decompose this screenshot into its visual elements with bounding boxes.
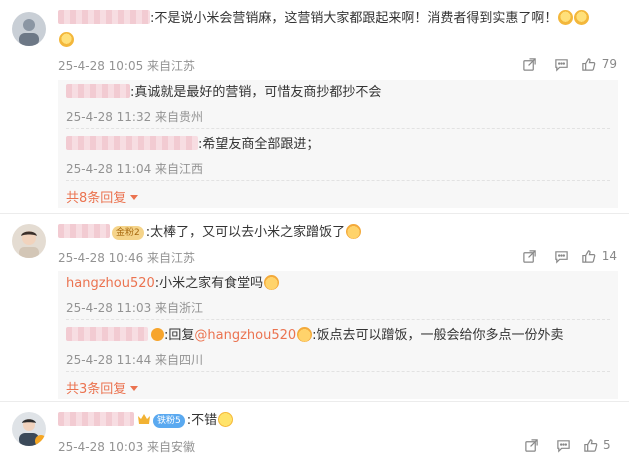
- reply-text: :希望友商全部跟进；: [66, 136, 319, 154]
- comment-text: :不是说小米会营销麻，这营销大家都跟起来啊！消费者得到实惠了啊！: [58, 10, 590, 28]
- more-replies-link[interactable]: 共3条回复: [66, 378, 139, 397]
- more-replies-link[interactable]: 共8条回复: [66, 187, 139, 206]
- cat-emoji-icon: [297, 327, 313, 342]
- like-icon[interactable]: [579, 435, 601, 455]
- reply-list: hangzhou520:小米之家有食堂吗 25-4-28 11:03 来自浙江 …: [58, 271, 618, 399]
- comment-text-wrap: [58, 32, 74, 50]
- reply-separator: [66, 319, 610, 320]
- reply-text: :回复@hangzhou520:饭点去可以蹭饭，一般会给你多点一份外卖: [66, 327, 564, 345]
- mention-link[interactable]: @hangzhou520: [194, 328, 296, 343]
- author-name[interactable]: [58, 10, 150, 24]
- author-name[interactable]: [66, 327, 148, 341]
- reply-separator: [66, 128, 610, 129]
- author-name[interactable]: [66, 136, 198, 150]
- cat-emoji-icon: [264, 275, 280, 290]
- comment-text: 铁粉5:不错: [58, 412, 234, 430]
- like-count: 14: [601, 249, 617, 263]
- comment-meta: 25-4-28 10:05 来自江苏: [58, 59, 196, 73]
- author-name[interactable]: [58, 412, 134, 426]
- comment-item: 铁粉5:不错 25-4-28 10:03 来自安徽 5: [0, 402, 629, 471]
- pray-emoji-icon: [574, 10, 590, 25]
- comment-icon[interactable]: [547, 435, 579, 455]
- comment-text: 金粉2:太棒了，又可以去小米之家蹭饭了: [58, 224, 362, 242]
- smile-emoji-icon: [218, 412, 234, 427]
- crown-icon: [138, 414, 150, 424]
- cat-emoji-icon: [346, 224, 362, 239]
- share-icon[interactable]: [514, 54, 546, 74]
- pray-emoji-icon: [59, 32, 74, 47]
- avatar[interactable]: [12, 412, 46, 446]
- reply-meta: 25-4-28 11:32 来自贵州: [66, 110, 204, 124]
- comment-actions: 14: [514, 246, 617, 266]
- share-icon[interactable]: [514, 246, 546, 266]
- reply-separator: [66, 180, 610, 181]
- reply-list: :真诚就是最好的营销，可惜友商抄都抄不会 25-4-28 11:32 来自贵州 …: [58, 80, 618, 208]
- fan-badge: 铁粉5: [153, 414, 185, 428]
- reply-meta: 25-4-28 11:44 来自四川: [66, 353, 204, 367]
- comment-actions: 79: [514, 54, 617, 74]
- author-name[interactable]: [66, 84, 130, 98]
- reply-separator: [66, 371, 610, 372]
- comment-item: :不是说小米会营销麻，这营销大家都跟起来啊！消费者得到实惠了啊！ 25-4-28…: [0, 0, 629, 208]
- comment-meta: 25-4-28 10:03 来自安徽: [58, 440, 196, 454]
- reply-meta: 25-4-28 11:03 来自浙江: [66, 301, 204, 315]
- like-count: 5: [603, 438, 611, 452]
- reply-text: hangzhou520:小米之家有食堂吗: [66, 275, 280, 293]
- reply-text: :真诚就是最好的营销，可惜友商抄都抄不会: [66, 84, 381, 102]
- like-icon[interactable]: [578, 54, 600, 74]
- comment-icon[interactable]: [546, 54, 578, 74]
- avatar[interactable]: [12, 224, 46, 258]
- pray-emoji-icon: [558, 10, 574, 25]
- fan-badge: 金粉2: [112, 226, 144, 240]
- vip-icon: [151, 328, 164, 341]
- author-link[interactable]: hangzhou520: [66, 276, 155, 291]
- share-icon[interactable]: [515, 435, 547, 455]
- caret-down-icon: [130, 386, 139, 391]
- avatar[interactable]: [12, 12, 46, 46]
- comment-actions: 5: [515, 435, 617, 455]
- like-count: 79: [601, 57, 617, 71]
- verified-icon: [35, 435, 46, 446]
- author-name[interactable]: [58, 224, 110, 238]
- comment-icon[interactable]: [546, 246, 578, 266]
- caret-down-icon: [130, 195, 139, 200]
- reply-meta: 25-4-28 11:04 来自江西: [66, 162, 204, 176]
- like-icon[interactable]: [578, 246, 600, 266]
- comment-meta: 25-4-28 10:46 来自江苏: [58, 251, 196, 265]
- comment-item: 金粉2:太棒了，又可以去小米之家蹭饭了 25-4-28 10:46 来自江苏 1…: [0, 214, 629, 404]
